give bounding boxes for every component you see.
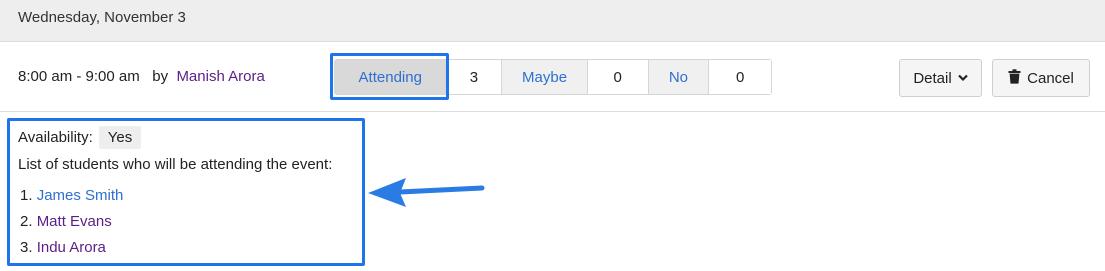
organizer-link[interactable]: Manish Arora (176, 68, 264, 85)
cancel-label: Cancel (1027, 69, 1074, 87)
no-count: 0 (709, 60, 771, 94)
cancel-button[interactable]: Cancel (992, 59, 1090, 97)
student-link[interactable]: James Smith (37, 187, 124, 204)
attendee-list-description: List of students who will be attending t… (18, 156, 333, 173)
attending-count: 3 (446, 60, 503, 94)
detail-label: Detail (913, 69, 952, 87)
chevron-down-icon (957, 74, 968, 82)
rsvp-group: Attending 3 Maybe 0 No 0 (334, 59, 772, 95)
availability-label: Availability: (18, 129, 93, 146)
event-info: 8:00 am - 9:00 am by Manish Arora (18, 68, 265, 85)
availability-row: Availability: Yes (18, 126, 142, 149)
event-time: 8:00 am - 9:00 am (18, 68, 140, 85)
event-by-label: by (152, 68, 169, 85)
attending-button[interactable]: Attending (335, 60, 447, 94)
student-link[interactable]: Indu Arora (37, 239, 106, 256)
detail-button[interactable]: Detail (899, 59, 982, 97)
list-item: 3. Indu Arora (20, 238, 123, 264)
student-list: 1. James Smith 2. Matt Evans 3. Indu Aro… (20, 186, 123, 264)
arrow-left-icon (366, 172, 486, 217)
list-number: 1. (20, 187, 33, 204)
no-button[interactable]: No (648, 60, 710, 94)
trash-icon (1008, 68, 1021, 88)
event-row: 8:00 am - 9:00 am by Manish Arora Attend… (0, 42, 1105, 112)
list-number: 2. (20, 213, 33, 230)
student-link[interactable]: Matt Evans (37, 213, 112, 230)
availability-value: Yes (98, 126, 142, 149)
list-item: 2. Matt Evans (20, 212, 123, 238)
maybe-count: 0 (587, 60, 649, 94)
date-heading: Wednesday, November 3 (18, 9, 186, 26)
list-item: 1. James Smith (20, 186, 123, 212)
list-number: 3. (20, 239, 33, 256)
date-header: Wednesday, November 3 (0, 0, 1105, 42)
maybe-button[interactable]: Maybe (502, 60, 588, 94)
